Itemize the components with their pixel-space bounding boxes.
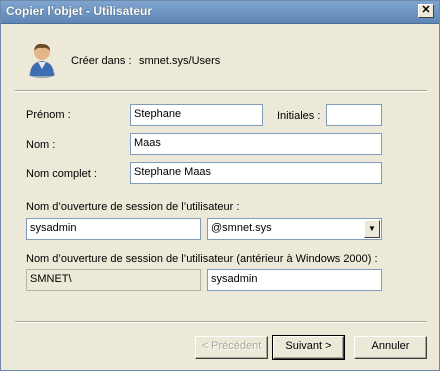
next-button[interactable]: Suivant > [272,335,345,360]
create-in-value: smnet.sys/Users [139,55,221,67]
close-button[interactable]: ✕ [418,4,434,18]
create-in-label: Créer dans : [71,55,132,67]
title-bar[interactable]: Copier l’objet - Utilisateur ✕ [1,1,439,24]
separator-bottom [15,321,427,323]
initials-field[interactable] [326,104,382,126]
legacy-logon-field[interactable]: sysadmin [207,269,382,291]
legacy-domain-prefix: SMNET\ [26,269,201,291]
full-name-field[interactable]: Stephane Maas [130,162,382,184]
chevron-down-icon[interactable]: ▼ [364,220,380,238]
logon-label: Nom d’ouverture de session de l’utilisat… [26,201,240,213]
first-name-field[interactable]: Stephane [130,104,263,126]
logon-field[interactable]: sysadmin [26,218,201,240]
user-icon [29,43,55,78]
previous-button[interactable]: < Précédent [195,336,268,359]
last-name-field[interactable]: Maas [130,133,382,155]
separator-top [15,90,427,92]
copy-user-dialog: Copier l’objet - Utilisateur ✕ Créer dan… [0,0,440,371]
domain-select-value: @smnet.sys [211,222,272,234]
first-name-label: Prénom : [26,109,71,121]
initials-label: Initiales : [277,110,321,122]
window-title: Copier l’objet - Utilisateur [6,4,153,18]
last-name-label: Nom : [26,139,56,151]
full-name-label: Nom complet : [26,168,97,180]
domain-select[interactable]: @smnet.sys ▼ [207,218,382,240]
legacy-logon-label: Nom d’ouverture de session de l’utilisat… [26,253,378,265]
cancel-button[interactable]: Annuler [354,336,427,359]
